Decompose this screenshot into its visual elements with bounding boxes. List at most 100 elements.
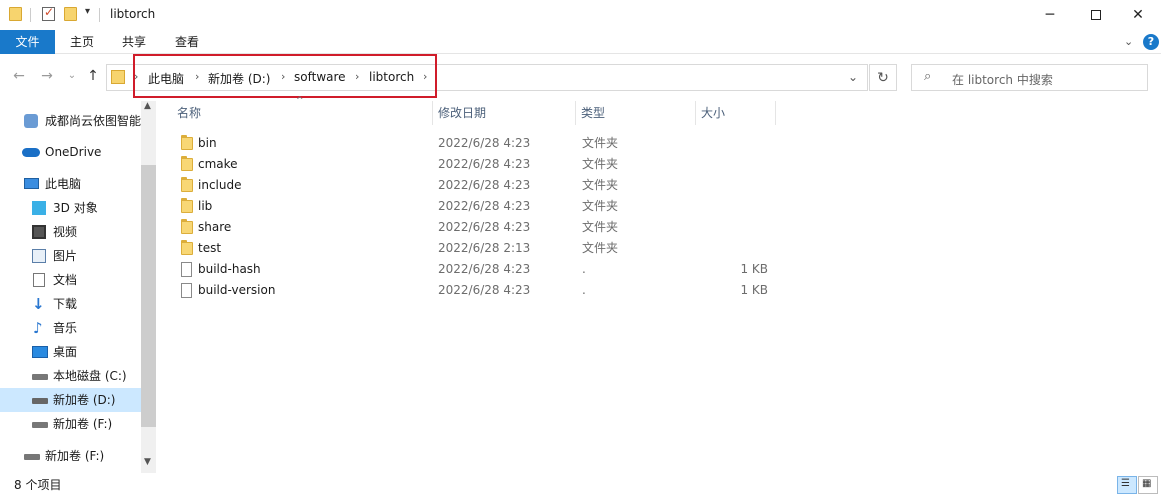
sidebar-item-label: 新加卷 (F:) [45, 449, 105, 463]
file-modified: 2022/6/28 4:23 [438, 262, 531, 276]
properties-icon[interactable] [42, 5, 55, 21]
details-view-button[interactable]: ☰ [1117, 476, 1137, 494]
sidebar-item-org[interactable]: 成都尚云依图智能 [0, 109, 141, 133]
list-item[interactable]: lib 2022/6/28 4:23 文件夹 [171, 196, 791, 217]
sidebar-item-downloads[interactable]: ↓ 下载 [0, 292, 141, 316]
file-type: 文件夹 [582, 241, 619, 255]
file-type: 文件夹 [582, 136, 619, 150]
file-name: lib [198, 199, 213, 213]
highlight-box [133, 54, 437, 98]
refresh-button[interactable]: ↻ [869, 64, 897, 91]
folder-icon [181, 240, 193, 255]
sidebar-item-onedrive[interactable]: OneDrive [0, 140, 141, 164]
divider [30, 8, 31, 22]
list-item[interactable]: test 2022/6/28 2:13 文件夹 [171, 238, 791, 259]
drive-icon [32, 422, 48, 428]
column-header-size[interactable]: 大小 [695, 101, 775, 125]
video-icon [32, 225, 46, 239]
up-button[interactable]: ↑ [84, 65, 102, 87]
cloud-user-icon [24, 114, 38, 128]
scroll-down-icon[interactable]: ▼ [144, 457, 151, 467]
sidebar-item-drive-f-root[interactable]: 新加卷 (F:) [0, 444, 141, 468]
scroll-up-icon[interactable]: ▲ [144, 101, 151, 111]
sidebar-item-label: 下载 [53, 297, 78, 311]
new-folder-icon[interactable] [64, 7, 77, 21]
folder-icon [181, 198, 193, 213]
file-size [696, 238, 768, 259]
list-item[interactable]: build-version 2022/6/28 4:23 . 1 KB [171, 280, 791, 301]
sidebar-item-label: 视频 [53, 225, 78, 239]
folder-icon [181, 177, 193, 192]
file-type: 文件夹 [582, 199, 619, 213]
sidebar-scroll-thumb[interactable] [141, 165, 156, 427]
file-size [696, 175, 768, 196]
cube-icon [32, 201, 46, 215]
sidebar-item-videos[interactable]: 视频 [0, 220, 141, 244]
column-header-name[interactable]: 名称 [171, 101, 431, 125]
list-item[interactable]: bin 2022/6/28 4:23 文件夹 [171, 133, 791, 154]
tab-view[interactable]: 查看 [167, 30, 207, 54]
sidebar-item-documents[interactable]: 文档 [0, 268, 141, 292]
folder-icon [181, 156, 193, 171]
file-modified: 2022/6/28 4:23 [438, 283, 531, 297]
column-header-modified[interactable]: 修改日期 [432, 101, 575, 125]
search-icon: ⌕ [924, 69, 932, 84]
file-name: share [198, 220, 232, 234]
sidebar-item-3d[interactable]: 3D 对象 [0, 196, 141, 220]
file-name: build-version [198, 283, 276, 297]
sidebar-item-drive-c[interactable]: 本地磁盘 (C:) [0, 364, 141, 388]
music-icon: ♪ [33, 319, 43, 337]
column-header-type[interactable]: 类型 [575, 101, 695, 125]
file-type: 文件夹 [582, 220, 619, 234]
close-button[interactable]: ✕ [1115, 0, 1161, 30]
search-input[interactable]: ⌕ 在 libtorch 中搜索 [911, 64, 1148, 91]
close-icon: ✕ [1132, 7, 1144, 23]
sidebar-item-drive-d[interactable]: 新加卷 (D:) [0, 388, 141, 412]
help-icon[interactable]: ? [1143, 34, 1159, 50]
folder-icon [181, 135, 193, 150]
customize-toolbar-chevron-icon[interactable]: ▾ [85, 6, 90, 17]
onedrive-icon [22, 148, 40, 157]
large-icons-view-button[interactable]: ▦ [1138, 476, 1158, 494]
file-type: . [582, 262, 586, 276]
arrow-left-icon: ← [13, 68, 25, 84]
tab-file[interactable]: 文件 [0, 30, 55, 54]
list-item[interactable]: build-hash 2022/6/28 4:23 . 1 KB [171, 259, 791, 280]
file-modified: 2022/6/28 4:23 [438, 178, 531, 192]
file-name: bin [198, 136, 217, 150]
picture-icon [32, 249, 46, 263]
tab-home[interactable]: 主页 [62, 30, 102, 54]
file-modified: 2022/6/28 4:23 [438, 157, 531, 171]
file-size [696, 133, 768, 154]
folder-icon [181, 219, 193, 234]
list-item[interactable]: cmake 2022/6/28 4:23 文件夹 [171, 154, 791, 175]
sidebar-item-drive-f[interactable]: 新加卷 (F:) [0, 412, 141, 436]
file-size [696, 217, 768, 238]
item-count: 8 个项目 [14, 478, 62, 492]
recent-locations-button[interactable]: ⌄ [63, 65, 81, 87]
back-button[interactable]: ← [10, 65, 28, 87]
large-icons-view-icon: ▦ [1142, 478, 1152, 489]
list-item[interactable]: include 2022/6/28 4:23 文件夹 [171, 175, 791, 196]
drive-icon [32, 374, 48, 380]
sidebar-item-pictures[interactable]: 图片 [0, 244, 141, 268]
column-divider[interactable] [775, 101, 776, 125]
list-item[interactable]: share 2022/6/28 4:23 文件夹 [171, 217, 791, 238]
sidebar-item-label: 文档 [53, 273, 78, 287]
address-dropdown-chevron-icon[interactable]: ⌄ [848, 70, 858, 84]
maximize-button[interactable] [1073, 0, 1119, 30]
sidebar-item-music[interactable]: ♪ 音乐 [0, 316, 141, 340]
sidebar-item-label: 图片 [53, 249, 78, 263]
tab-share[interactable]: 共享 [114, 30, 154, 54]
minimize-button[interactable]: ─ [1027, 0, 1073, 30]
forward-button[interactable]: → [38, 65, 56, 87]
ribbon-tabs: 文件 主页 共享 查看 ⌄ ? [0, 30, 1161, 54]
file-size: 1 KB [740, 262, 768, 276]
pc-icon [24, 178, 39, 189]
expand-ribbon-chevron-icon[interactable]: ⌄ [1124, 35, 1133, 48]
sidebar-item-desktop[interactable]: 桌面 [0, 340, 141, 364]
title-bar: ▾ libtorch ─ ✕ [0, 0, 1161, 30]
file-modified: 2022/6/28 4:23 [438, 199, 531, 213]
sidebar-item-this-pc[interactable]: 此电脑 [0, 172, 141, 196]
sidebar-item-label: 成都尚云依图智能 [45, 114, 142, 128]
